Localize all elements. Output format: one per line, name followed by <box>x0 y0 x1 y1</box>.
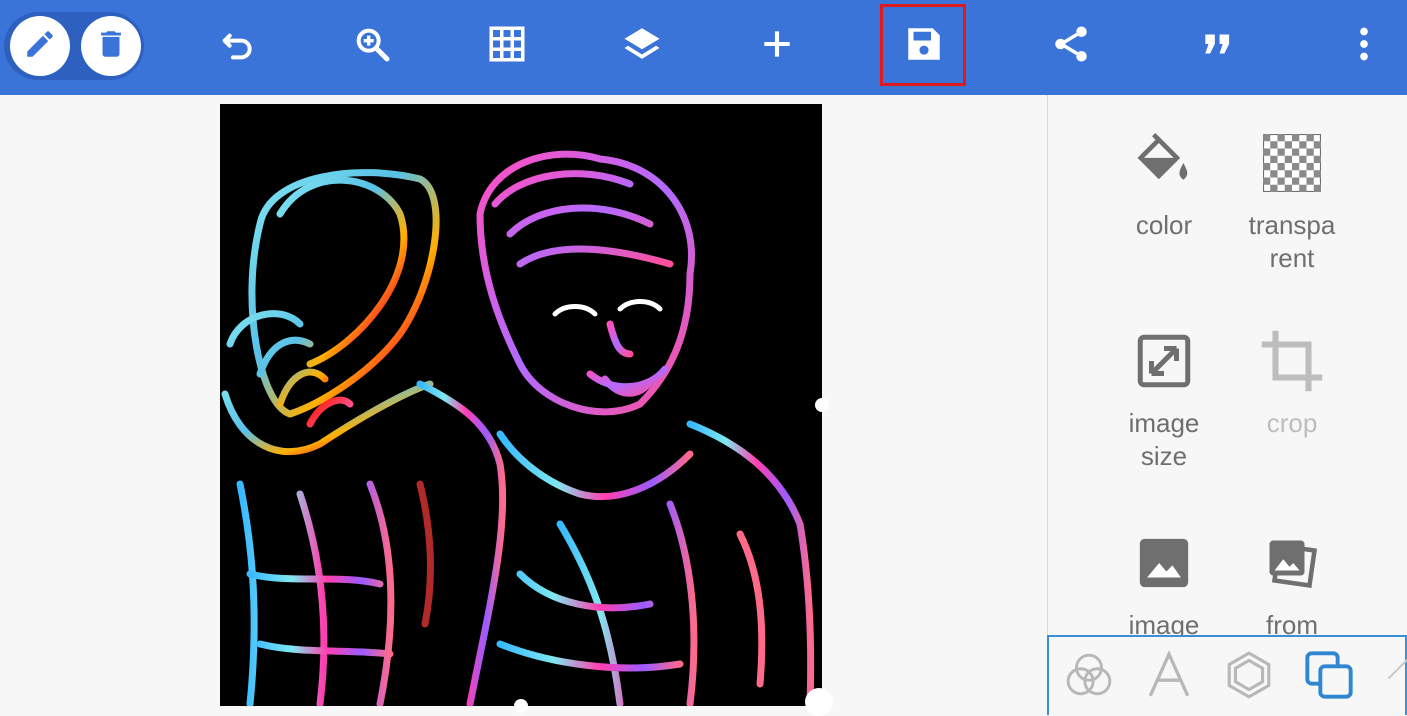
undo-icon <box>218 24 258 69</box>
add-button[interactable] <box>747 18 807 74</box>
crop-label: crop <box>1266 408 1318 438</box>
image-icon <box>1100 525 1228 601</box>
grid-button[interactable] <box>477 18 537 74</box>
color-label: color <box>1135 210 1193 240</box>
undo-button[interactable] <box>208 18 268 74</box>
add-icon <box>758 25 796 68</box>
quote-icon <box>1199 25 1237 68</box>
resize-handle-bottom[interactable] <box>514 699 528 713</box>
quote-button[interactable] <box>1188 18 1248 74</box>
neon-line-art-drawing <box>221 150 815 706</box>
bottom-tab-bar <box>1047 635 1407 715</box>
share-button[interactable] <box>1041 18 1101 74</box>
text-icon <box>1144 649 1194 705</box>
tab-blend[interactable] <box>1054 647 1124 707</box>
from-label: from <box>1266 610 1318 635</box>
pencil-icon <box>23 27 57 66</box>
transparent-option[interactable]: transpa rent <box>1228 125 1356 275</box>
image-label: image <box>1128 610 1200 635</box>
drawing-canvas[interactable] <box>220 104 822 706</box>
zoom-in-icon <box>352 24 392 69</box>
color-option[interactable]: color <box>1100 125 1228 242</box>
paint-bucket-icon <box>1100 125 1228 201</box>
trash-icon <box>94 27 128 66</box>
resize-handle-corner[interactable] <box>805 688 833 716</box>
layers-squares-icon <box>1303 649 1355 706</box>
from-option[interactable]: from <box>1228 525 1356 635</box>
zoom-button[interactable] <box>342 18 402 74</box>
delete-button[interactable] <box>81 16 141 76</box>
transparency-icon <box>1228 125 1356 201</box>
grid-icon <box>486 23 528 70</box>
crop-icon <box>1228 323 1356 399</box>
blend-circles-icon <box>1064 650 1114 705</box>
layers-button[interactable] <box>612 18 672 74</box>
more-vertical-icon <box>1344 22 1384 71</box>
tab-shape[interactable] <box>1214 647 1284 707</box>
crop-option[interactable]: crop <box>1228 323 1356 440</box>
shape-hexagon-icon <box>1224 650 1274 705</box>
pencil-button[interactable] <box>10 16 70 76</box>
share-icon <box>1050 23 1092 70</box>
save-button[interactable] <box>894 18 954 74</box>
tab-text[interactable] <box>1134 647 1204 707</box>
more-options-button[interactable] <box>1334 18 1394 74</box>
side-panel: color transpa rent image size crop image… <box>1047 95 1407 635</box>
save-icon <box>903 23 945 70</box>
layers-icon <box>621 23 663 70</box>
image-size-label: image size <box>1128 408 1200 471</box>
tab-scroll-edge <box>1387 656 1407 680</box>
photo-stack-icon <box>1228 525 1356 601</box>
top-toolbar <box>0 0 1407 95</box>
tab-layers[interactable] <box>1294 647 1364 707</box>
transparent-label: transpa rent <box>1248 210 1336 273</box>
resize-handle-right[interactable] <box>815 398 829 412</box>
image-option[interactable]: image <box>1100 525 1228 635</box>
image-size-option[interactable]: image size <box>1100 323 1228 473</box>
resize-icon <box>1100 323 1228 399</box>
